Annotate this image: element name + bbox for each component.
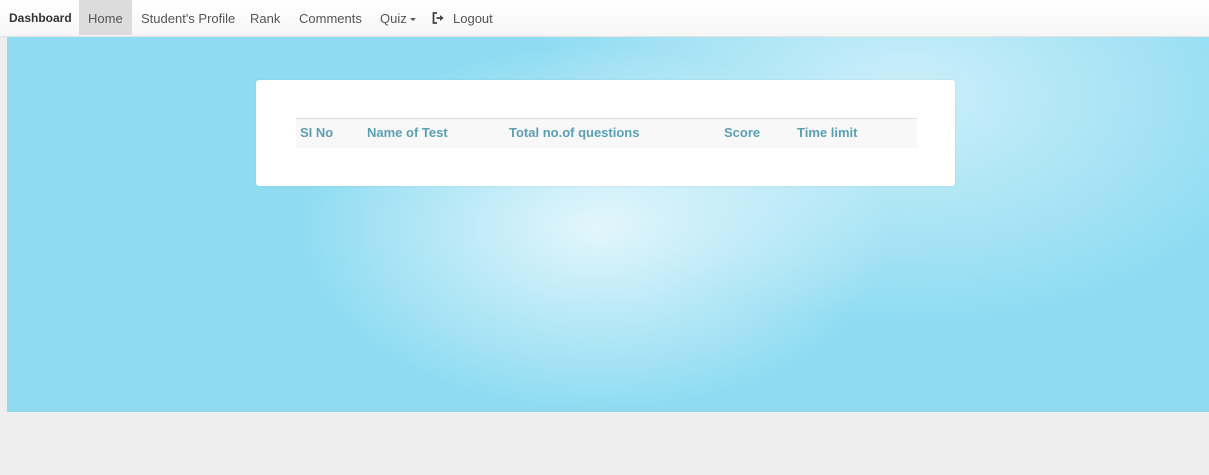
col-total-questions: Total no.of questions: [509, 125, 640, 140]
logout-label: Logout: [453, 11, 493, 26]
tests-card: SI No Name of Test Total no.of questions…: [256, 80, 955, 186]
col-si-no: SI No: [300, 125, 334, 140]
nav-quiz-label: Quiz: [380, 11, 407, 26]
nav-home[interactable]: Home: [79, 0, 132, 35]
col-name-of-test: Name of Test: [367, 125, 448, 140]
col-score: Score: [724, 125, 761, 140]
nav-students-profile[interactable]: Student's Profile: [132, 0, 244, 35]
nav-comments-label: Comments: [299, 11, 362, 26]
tests-table-header: SI No Name of Test Total no.of questions…: [296, 118, 917, 148]
sign-out-icon: [432, 12, 444, 24]
nav-students-profile-label: Student's Profile: [141, 11, 236, 26]
nav-quiz-dropdown[interactable]: Quiz: [371, 0, 425, 35]
nav-rank[interactable]: Rank: [241, 0, 289, 35]
nav-comments[interactable]: Comments: [290, 0, 371, 35]
nav-home-label: Home: [88, 11, 123, 26]
top-navbar: Dashboard Home Student's Profile Rank Co…: [0, 0, 1209, 37]
col-time-limit: Time limit: [797, 125, 858, 140]
logout-link[interactable]: Logout: [422, 0, 502, 35]
brand-dashboard[interactable]: Dashboard: [9, 0, 72, 37]
nav-rank-label: Rank: [250, 11, 281, 26]
caret-down-icon: [409, 18, 416, 22]
